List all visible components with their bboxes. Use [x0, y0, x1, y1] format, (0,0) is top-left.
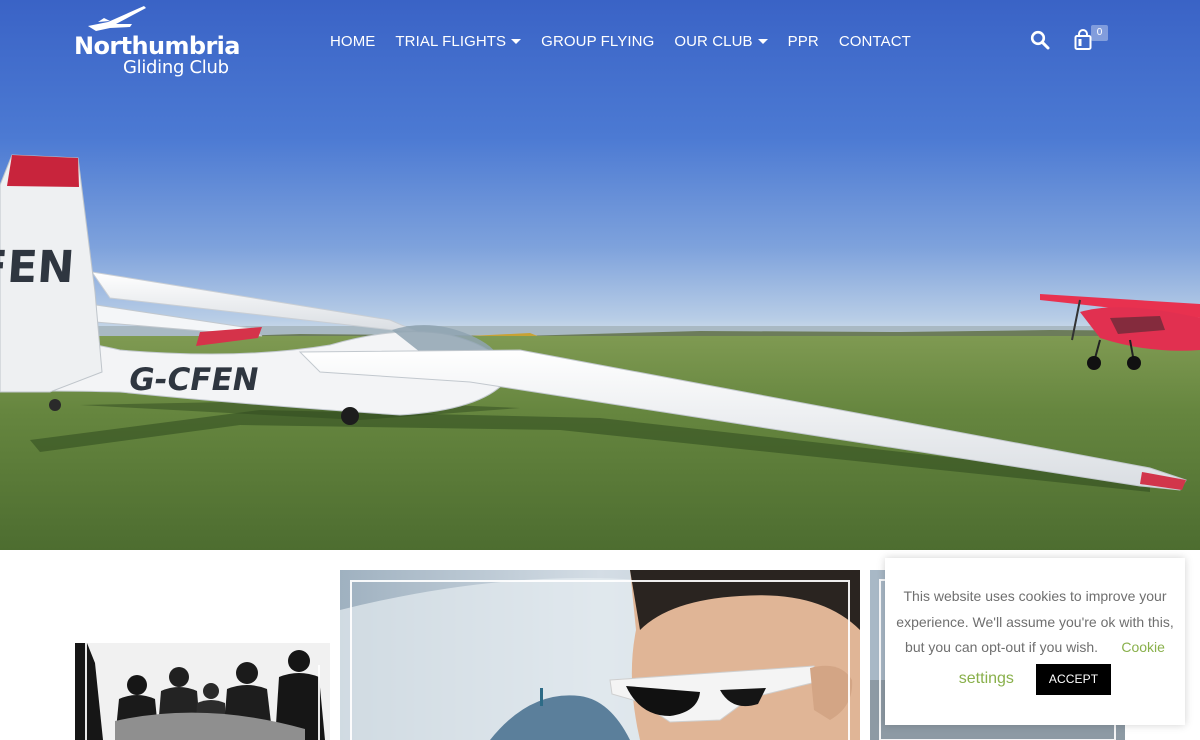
group-photo-image [75, 643, 330, 740]
nav-our-club-label: OUR CLUB [674, 32, 753, 50]
cookie-actions: settings ACCEPT [895, 663, 1175, 695]
nav-contact-label: CONTACT [838, 32, 911, 50]
nav-trial-flights[interactable]: TRIAL FLIGHTS [395, 31, 522, 51]
page: FEN G-CFEN Northumbria Gliding Club HOME… [0, 0, 1200, 740]
glider-logo-icon [88, 6, 146, 31]
site-logo[interactable]: Northumbria Gliding Club [74, 4, 249, 80]
card-group-photo[interactable] [75, 643, 330, 740]
nav-group-flying-label: GROUP FLYING [541, 32, 655, 50]
cookie-settings-link[interactable]: settings [959, 670, 1014, 688]
nav-group-flying[interactable]: GROUP FLYING [541, 31, 654, 51]
fuselage-registration: G-CFEN [126, 362, 262, 398]
nav-ppr[interactable]: PPR [788, 31, 819, 51]
caret-down-icon [511, 38, 522, 44]
main-nav: HOME TRIAL FLIGHTS GROUP FLYING OUR CLUB… [330, 31, 931, 51]
accept-cookies-button[interactable]: ACCEPT [1035, 663, 1112, 695]
caret-down-icon [757, 38, 768, 44]
tail-registration: FEN [0, 242, 76, 293]
cookie-banner: This website uses cookies to improve you… [885, 558, 1185, 725]
cookie-message: This website uses cookies to improve you… [895, 584, 1175, 661]
nav-home-label: HOME [330, 32, 376, 50]
nav-ppr-label: PPR [787, 32, 819, 50]
cart-count-badge: 0 [1091, 25, 1108, 41]
card-pilot-selfie[interactable] [340, 570, 860, 740]
shopping-bag-icon[interactable] [1073, 29, 1093, 51]
logo-title: Northumbria [74, 32, 241, 60]
card-frame [350, 580, 850, 740]
hero-banner: FEN G-CFEN Northumbria Gliding Club HOME… [0, 0, 1200, 550]
logo-subtitle: Gliding Club [123, 57, 229, 78]
hero-photo-glider: FEN G-CFEN [0, 154, 1200, 550]
nav-contact[interactable]: CONTACT [839, 31, 911, 51]
nav-trial-flights-label: TRIAL FLIGHTS [395, 32, 507, 50]
nav-our-club[interactable]: OUR CLUB [674, 31, 768, 51]
cookie-settings-link-part-1[interactable]: Cookie [1121, 639, 1165, 655]
search-icon[interactable] [1030, 30, 1050, 50]
nav-home[interactable]: HOME [330, 31, 375, 51]
